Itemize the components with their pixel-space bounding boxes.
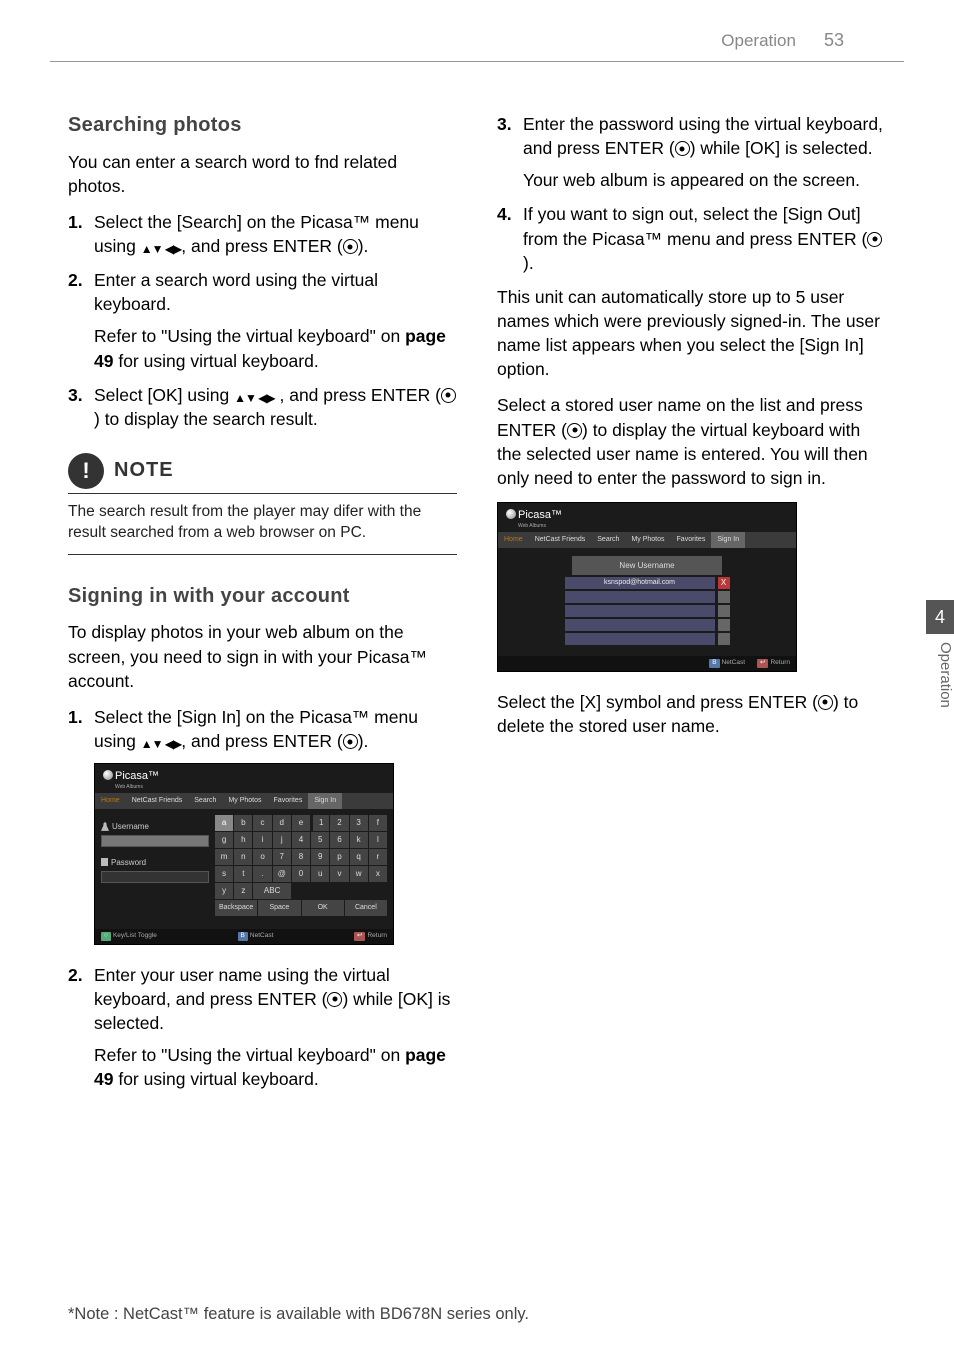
ss2-empty-slot[interactable]: [565, 619, 715, 631]
ss2-stored-row: ksnspod@hotmail.com X: [504, 577, 790, 589]
ss2-slot-handle: [718, 619, 730, 631]
right-p3: Select the [X] symbol and press ENTER ()…: [497, 690, 886, 738]
ss2-tab-search[interactable]: Search: [591, 532, 625, 548]
ss2-tab-signin[interactable]: Sign In: [711, 532, 745, 548]
nav-arrows-icon: ▲▼ ◀▶: [141, 736, 182, 753]
page-number: 53: [824, 30, 844, 51]
search-steps: 1. Select the [Search] on the Picasa™ me…: [68, 210, 457, 431]
return-tag-icon: ↩: [757, 659, 768, 668]
ss2-empty-slot[interactable]: [565, 633, 715, 645]
signin-steps-cont: 2. Enter your user name using the virtua…: [68, 963, 457, 1092]
ss2-slot-handle: [718, 633, 730, 645]
right-p2: Select a stored user name on the list an…: [497, 393, 886, 490]
section-name: Operation: [721, 31, 796, 51]
enter-icon: [818, 695, 833, 710]
signin-step-3: 3. Enter the password using the virtual …: [497, 112, 886, 192]
ss1-footer: ○Key/List Toggle BNetCast ↩Return: [95, 929, 393, 944]
content-columns: Searching photos You can enter a search …: [0, 62, 954, 1102]
ss2-slot-handle: [718, 591, 730, 603]
ss2-empty-slot[interactable]: [565, 591, 715, 603]
ss2-stored-user[interactable]: ksnspod@hotmail.com: [565, 577, 715, 589]
enter-icon: [327, 992, 342, 1007]
ss1-password-input[interactable]: [101, 871, 209, 883]
ss1-keyboard[interactable]: abcde123 fghij456 klmno789 pqrst.@0 uvwx…: [215, 815, 387, 899]
ss1-backspace[interactable]: Backspace: [215, 900, 257, 916]
signin-steps-right: 3. Enter the password using the virtual …: [497, 112, 886, 275]
ss1-ok[interactable]: OK: [302, 900, 344, 916]
ss1-tab-search[interactable]: Search: [188, 793, 222, 809]
nav-arrows-icon: ▲▼ ◀▶: [141, 241, 182, 258]
ss1-username-input[interactable]: [101, 835, 209, 847]
enter-icon: [675, 141, 690, 156]
ss1-tabs: Home NetCast Friends Search My Photos Fa…: [95, 793, 393, 809]
picasa-logo: Picasa™: [506, 509, 562, 521]
ss1-password-label: Password: [101, 857, 209, 868]
step-1: 1. Select the [Search] on the Picasa™ me…: [68, 210, 457, 258]
side-tab-label: Operation: [926, 634, 954, 708]
lock-icon: [101, 858, 108, 866]
note-header: ! NOTE: [68, 453, 457, 494]
page-header: Operation 53: [50, 0, 904, 62]
stored-users-screenshot: Picasa™ Web Albums Home NetCast Friends …: [497, 502, 797, 672]
ss2-footer: BNetCast ↩Return: [498, 656, 796, 671]
step-3: 3. Select [OK] using ▲▼ ◀▶ , and press E…: [68, 383, 457, 431]
signin-step-1: 1. Select the [Sign In] on the Picasa™ m…: [68, 705, 457, 753]
signin-step-4: 4. If you want to sign out, select the […: [497, 202, 886, 274]
person-icon: [101, 822, 109, 831]
return-tag-icon: ↩: [354, 932, 365, 941]
note-body: The search result from the player may di…: [68, 502, 457, 555]
picasa-logo: Picasa™: [103, 770, 159, 782]
signin-steps: 1. Select the [Sign In] on the Picasa™ m…: [68, 705, 457, 753]
ss1-tab-favorites[interactable]: Favorites: [268, 793, 309, 809]
ss2-tab-favorites[interactable]: Favorites: [671, 532, 712, 548]
ss2-logo-bar: Picasa™ Web Albums: [498, 503, 796, 532]
right-column: 3. Enter the password using the virtual …: [497, 112, 886, 1102]
intro-text: You can enter a search word to fnd relat…: [68, 150, 457, 198]
enter-icon: [567, 423, 582, 438]
signin-intro: To display photos in your web album on t…: [68, 620, 457, 692]
enter-icon: [343, 734, 358, 749]
ss2-new-username[interactable]: New Username: [572, 556, 722, 575]
note-box: ! NOTE The search result from the player…: [68, 453, 457, 555]
blue-tag-icon: B: [238, 932, 248, 941]
blue-tag-icon: B: [709, 659, 719, 668]
enter-icon: [867, 232, 882, 247]
ss2-tab-home[interactable]: Home: [498, 532, 529, 548]
note-label: NOTE: [114, 457, 174, 485]
ss1-tab-signin[interactable]: Sign In: [308, 793, 342, 809]
heading-searching: Searching photos: [68, 112, 457, 140]
side-tab: 4 Operation: [926, 600, 954, 708]
ss1-logo-bar: Picasa™ Web Albums: [95, 764, 393, 793]
footnote: *Note : NetCast™ feature is available wi…: [68, 1305, 529, 1324]
ss1-tab-friends[interactable]: NetCast Friends: [126, 793, 189, 809]
ss2-tab-friends[interactable]: NetCast Friends: [529, 532, 592, 548]
ss2-slot-handle: [718, 605, 730, 617]
note-bang-icon: !: [68, 453, 104, 489]
signin-screenshot: Picasa™ Web Albums Home NetCast Friends …: [94, 763, 394, 945]
ss2-empty-slot[interactable]: [565, 605, 715, 617]
signin-step-2: 2. Enter your user name using the virtua…: [68, 963, 457, 1092]
heading-signin: Signing in with your account: [68, 583, 457, 611]
ss2-delete-x[interactable]: X: [718, 577, 730, 589]
green-tag-icon: ○: [101, 932, 111, 941]
ss1-space[interactable]: Space: [258, 900, 300, 916]
enter-icon: [441, 388, 456, 403]
enter-icon: [343, 239, 358, 254]
ss2-tab-myphotos[interactable]: My Photos: [625, 532, 670, 548]
step-2: 2. Enter a search word using the virtual…: [68, 268, 457, 373]
ss1-tab-home[interactable]: Home: [95, 793, 126, 809]
ss1-cancel[interactable]: Cancel: [345, 900, 387, 916]
ss1-tab-myphotos[interactable]: My Photos: [222, 793, 267, 809]
left-column: Searching photos You can enter a search …: [68, 112, 457, 1102]
ss1-username-label: Username: [101, 821, 209, 832]
nav-arrows-icon: ▲▼ ◀▶: [234, 390, 275, 407]
side-tab-number: 4: [926, 600, 954, 634]
ss1-keyboard-ops: Backspace Space OK Cancel: [215, 900, 387, 916]
ss2-tabs: Home NetCast Friends Search My Photos Fa…: [498, 532, 796, 548]
right-p1: This unit can automatically store up to …: [497, 285, 886, 382]
